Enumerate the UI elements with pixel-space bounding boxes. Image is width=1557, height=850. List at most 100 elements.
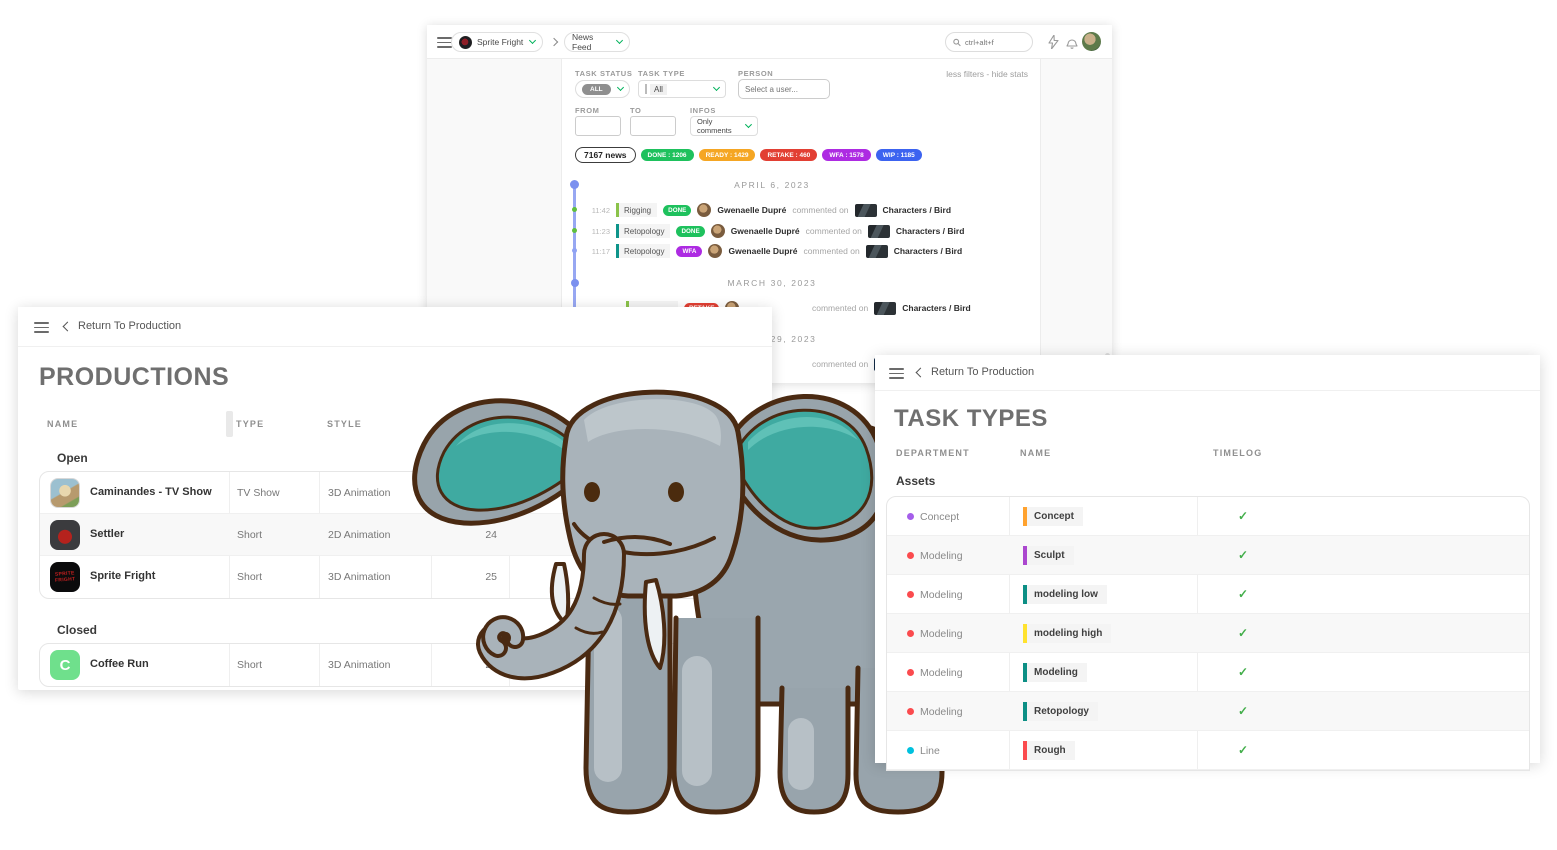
entity-link[interactable]: Characters / Bird: [902, 303, 971, 313]
task-type-chip[interactable]: Modeling: [1023, 663, 1087, 682]
action-text: commented on: [812, 303, 868, 313]
task-type-chip[interactable]: modeling high: [1023, 624, 1111, 643]
chevron-right-icon: [550, 38, 558, 46]
commenter-name[interactable]: Gwenaelle Dupré: [717, 205, 786, 215]
column-header-department: DEPARTMENT: [896, 448, 970, 458]
status-badge-done: DONE : 1206: [641, 149, 694, 161]
timeline-dot: [572, 228, 577, 233]
to-input[interactable]: [630, 116, 676, 136]
infos-select[interactable]: Only comments: [690, 116, 758, 136]
chevron-down-icon: [713, 84, 720, 91]
filters-toggle-links[interactable]: less filters - hide stats: [946, 69, 1028, 79]
column-header-name: NAME: [47, 419, 78, 429]
timelog-check-icon: ✓: [1223, 587, 1263, 601]
status-pill: DONE: [663, 205, 691, 216]
news-item[interactable]: 11:23 Retopology DONE Gwenaelle Dupré co…: [586, 221, 964, 241]
task-types-window: Return To Production TASK TYPES DEPARTME…: [875, 355, 1540, 763]
department-dot: [907, 630, 914, 637]
task-type-chip[interactable]: Concept: [1023, 507, 1083, 526]
status-badge-wip: WIP : 1185: [876, 149, 922, 161]
entity-thumbnail: [855, 204, 877, 217]
department-dot: [907, 513, 914, 520]
task-type-chip[interactable]: Retopology: [616, 224, 670, 238]
department-label: Line: [920, 745, 940, 757]
task-type-row[interactable]: Modeling Modeling ✓: [887, 653, 1529, 692]
chevron-down-icon: [617, 84, 624, 91]
status-badge-ready: READY : 1429: [699, 149, 756, 161]
from-label: FROM: [575, 106, 599, 115]
action-text: commented on: [792, 205, 848, 215]
task-color-bar: [1023, 624, 1027, 643]
task-type-select[interactable]: All: [638, 80, 726, 98]
task-type-row[interactable]: Modeling modeling low ✓: [887, 575, 1529, 614]
productions-topbar: Return To Production: [18, 307, 772, 347]
task-type-chip[interactable]: Retopology: [1023, 702, 1098, 721]
task-status-select[interactable]: ALL: [575, 80, 630, 98]
infos-value: Only comments: [697, 117, 746, 135]
news-total-badge: 7167 news: [575, 147, 636, 163]
search-box[interactable]: [945, 32, 1033, 52]
page: Sprite Fright News Feed TASK STATUS: [0, 0, 1557, 850]
commenter-name[interactable]: Gwenaelle Dupré: [728, 246, 797, 256]
task-type-row[interactable]: Modeling Retopology ✓: [887, 692, 1529, 731]
task-type-row[interactable]: Line Rough ✓: [887, 731, 1529, 770]
task-type-label: TASK TYPE: [638, 69, 685, 78]
task-type-chip[interactable]: Rough: [1023, 741, 1075, 760]
department-dot: [907, 669, 914, 676]
page-selector[interactable]: News Feed: [564, 32, 630, 52]
task-type-chip[interactable]: modeling low: [1023, 585, 1107, 604]
bell-icon[interactable]: [1066, 35, 1078, 49]
infos-label: INFOS: [690, 106, 716, 115]
stats-row: 7167 news DONE : 1206 READY : 1429 RETAK…: [575, 147, 922, 163]
news-item[interactable]: 11:17 Retopology WFA Gwenaelle Dupré com…: [586, 241, 962, 261]
production-selector[interactable]: Sprite Fright: [451, 32, 543, 52]
news-item[interactable]: 11:42 Rigging DONE Gwenaelle Dupré comme…: [586, 200, 951, 220]
task-type-chip[interactable]: Sculpt: [1023, 546, 1074, 565]
user-avatar[interactable]: [1082, 32, 1101, 51]
production-avatar: [459, 36, 472, 49]
task-type-row[interactable]: Modeling modeling high ✓: [887, 614, 1529, 653]
status-badge-retake: RETAKE : 460: [760, 149, 817, 161]
feed-date-header: MARCH 30, 2023: [562, 278, 982, 288]
task-type-chip[interactable]: Rigging: [616, 203, 657, 217]
task-type-row[interactable]: Modeling Sculpt ✓: [887, 536, 1529, 575]
chevron-left-icon: [63, 321, 73, 331]
from-input[interactable]: [575, 116, 621, 136]
department-label: Modeling: [920, 628, 963, 640]
task-type-value: All: [650, 84, 667, 95]
entity-link[interactable]: Characters / Bird: [896, 226, 965, 236]
flash-icon[interactable]: [1048, 35, 1059, 49]
person-input[interactable]: [738, 79, 830, 99]
production-selector-label: Sprite Fright: [477, 37, 525, 47]
department-dot: [907, 591, 914, 598]
news-topbar: Sprite Fright News Feed: [427, 25, 1112, 59]
department-label: Modeling: [920, 667, 963, 679]
timelog-check-icon: ✓: [1223, 665, 1263, 679]
task-color-bar: [1023, 546, 1027, 565]
column-header-style: STYLE: [327, 419, 362, 429]
commenter-name[interactable]: Gwenaelle Dupré: [731, 226, 800, 236]
search-input[interactable]: [965, 38, 1025, 47]
task-color-bar: [616, 224, 619, 238]
task-type-chip[interactable]: Retopology: [616, 244, 670, 258]
task-type-row[interactable]: Concept Concept ✓: [887, 497, 1529, 536]
to-label: TO: [630, 106, 641, 115]
back-link[interactable]: Return To Production: [917, 366, 1034, 378]
production-thumbnail: SPRITE FRIGHT: [50, 562, 80, 592]
menu-icon[interactable]: [437, 37, 452, 48]
back-link[interactable]: Return To Production: [64, 320, 181, 332]
menu-icon[interactable]: [889, 368, 904, 379]
entity-link[interactable]: Characters / Bird: [894, 246, 963, 256]
entity-link[interactable]: Characters / Bird: [883, 205, 952, 215]
action-text: commented on: [806, 226, 862, 236]
feed-date-header: APRIL 6, 2023: [562, 180, 982, 190]
timeline-dot: [572, 248, 577, 253]
news-item-tail[interactable]: commented on Characters / Bird: [812, 298, 971, 318]
task-color-bar: [1023, 663, 1027, 682]
commenter-avatar: [711, 224, 725, 238]
action-text: commented on: [803, 246, 859, 256]
status-badge-wfa: WFA : 1578: [822, 149, 870, 161]
commenter-avatar: [697, 203, 711, 217]
column-grip[interactable]: [226, 411, 233, 437]
menu-icon[interactable]: [34, 322, 49, 333]
